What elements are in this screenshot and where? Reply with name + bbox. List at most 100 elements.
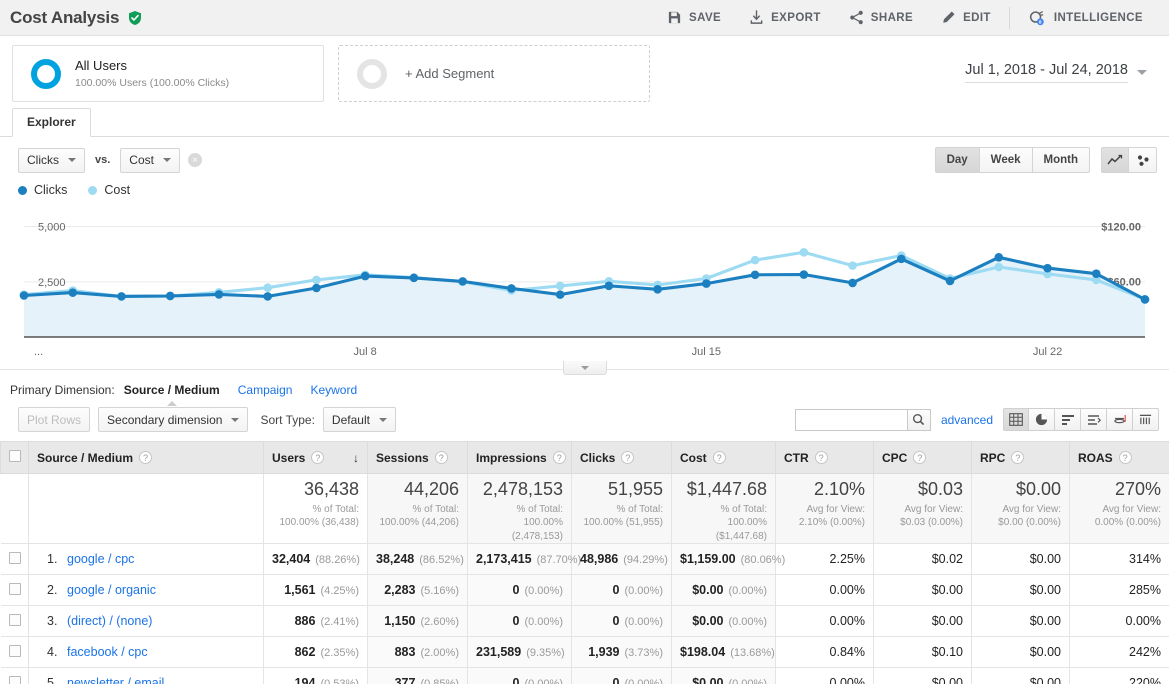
row-select-cell[interactable] (1, 637, 29, 668)
pivot-view-icon[interactable] (1133, 408, 1159, 431)
table-row[interactable]: 3.(direct) / (none)886(2.41%)1,150(2.60%… (1, 606, 1169, 637)
cell-roas: 242% (1070, 637, 1169, 668)
table-row[interactable]: 1.google / cpc32,404(88.26%)38,248(86.52… (1, 544, 1169, 575)
timeseries-chart[interactable]: 2,5005,000$60.00$120.00 ...Jul 8Jul 15Ju… (0, 197, 1169, 363)
row-checkbox[interactable] (9, 583, 21, 595)
chart-x-axis: ...Jul 8Jul 15Jul 22 (10, 341, 1159, 361)
help-icon[interactable]: ? (553, 451, 566, 464)
row-checkbox[interactable] (9, 676, 21, 684)
column-header-roas[interactable]: ROAS ? (1070, 442, 1169, 474)
help-icon[interactable]: ? (1119, 451, 1132, 464)
table-row[interactable]: 5.newsletter / email194(0.53%)377(0.85%)… (1, 668, 1169, 684)
intelligence-button[interactable]: 8 INTELLIGENCE (1014, 0, 1157, 36)
column-header-sessions[interactable]: Sessions ? (368, 442, 468, 474)
row-dimension-link[interactable]: google / cpc (67, 552, 134, 566)
row-checkbox[interactable] (9, 614, 21, 626)
row-select-cell[interactable] (1, 606, 29, 637)
select-all-checkbox[interactable] (9, 450, 21, 462)
table-row[interactable]: 2.google / organic1,561(4.25%)2,283(5.16… (1, 575, 1169, 606)
cell-impressions: 0(0.00%) (468, 668, 572, 684)
cell-clicks: 0(0.00%) (572, 575, 672, 606)
cell-value: 0 (613, 583, 620, 597)
primary-dimension-source-medium[interactable]: Source / Medium (124, 383, 220, 397)
row-dimension-link[interactable]: newsletter / email (67, 676, 164, 684)
granularity-month[interactable]: Month (1033, 147, 1090, 173)
help-icon[interactable]: ? (1011, 451, 1024, 464)
cell-percent: (2.41%) (320, 616, 359, 628)
secondary-dimension-dropdown[interactable]: Secondary dimension (98, 407, 248, 432)
column-label-clicks: Clicks (580, 451, 615, 465)
table-view-icon[interactable] (1003, 408, 1029, 431)
tab-explorer[interactable]: Explorer (12, 108, 91, 137)
column-header-source-medium[interactable]: Source / Medium ? (29, 442, 264, 474)
cell-cost: $0.00(0.00%) (672, 668, 776, 684)
export-button[interactable]: EXPORT (735, 0, 835, 36)
performance-view-icon[interactable] (1107, 408, 1133, 431)
scatter-chart-icon[interactable] (1129, 147, 1157, 173)
add-segment-button[interactable]: + Add Segment (338, 45, 650, 102)
save-button[interactable]: SAVE (653, 0, 735, 36)
column-header-clicks[interactable]: Clicks ? (572, 442, 672, 474)
column-header-cost[interactable]: Cost ? (672, 442, 776, 474)
advanced-link[interactable]: advanced (941, 413, 993, 427)
help-icon[interactable]: ? (621, 451, 634, 464)
table-row[interactable]: 4.facebook / cpc862(2.35%)883(2.00%)231,… (1, 637, 1169, 668)
metric-selector-row: Clicks vs. Cost × Day Week Month (0, 137, 1169, 173)
sort-type-dropdown[interactable]: Default (323, 407, 396, 432)
search-input[interactable] (795, 409, 907, 431)
row-select-cell[interactable] (1, 544, 29, 575)
cell-sessions: 2,283(5.16%) (368, 575, 468, 606)
summary-subtext: Avg for View:0.00% (0.00%) (1078, 503, 1161, 530)
clear-metric-b-icon[interactable]: × (188, 153, 202, 167)
select-all-header[interactable] (1, 442, 29, 474)
column-header-rpc[interactable]: RPC ? (972, 442, 1070, 474)
cell-cpc: $0.00 (874, 668, 972, 684)
table-controls-right: advanced (795, 408, 1159, 431)
date-range-picker[interactable]: Jul 1, 2018 - Jul 24, 2018 (965, 62, 1147, 85)
help-icon[interactable]: ? (815, 451, 828, 464)
comparison-view-icon[interactable] (1081, 408, 1107, 431)
legend-item-cost[interactable]: Cost (88, 183, 130, 197)
row-dimension-link[interactable]: (direct) / (none) (67, 614, 152, 628)
row-dimension-link[interactable]: google / organic (67, 583, 156, 597)
edit-button[interactable]: EDIT (927, 0, 1005, 36)
search-button[interactable] (907, 409, 931, 431)
help-icon[interactable]: ? (713, 451, 726, 464)
granularity-day[interactable]: Day (935, 147, 980, 173)
help-icon[interactable]: ? (435, 451, 448, 464)
column-header-impressions[interactable]: Impressions ? (468, 442, 572, 474)
cell-percent: (4.25%) (320, 585, 359, 597)
row-select-cell[interactable] (1, 668, 29, 684)
chart-legend: Clicks Cost (0, 173, 1169, 197)
help-icon[interactable]: ? (311, 451, 324, 464)
row-select-cell[interactable] (1, 575, 29, 606)
line-chart-icon[interactable] (1101, 147, 1129, 173)
row-checkbox[interactable] (9, 552, 21, 564)
bar-view-icon[interactable] (1055, 408, 1081, 431)
edit-pencil-icon (941, 10, 956, 25)
plot-rows-button[interactable]: Plot Rows (18, 407, 90, 432)
share-button[interactable]: SHARE (835, 0, 927, 36)
legend-item-clicks[interactable]: Clicks (18, 183, 67, 197)
legend-label-clicks: Clicks (34, 183, 67, 197)
segment-all-users[interactable]: All Users 100.00% Users (100.00% Clicks) (12, 45, 324, 102)
column-header-cpc[interactable]: CPC ? (874, 442, 972, 474)
metric-b-dropdown[interactable]: Cost (120, 148, 180, 173)
row-checkbox[interactable] (9, 645, 21, 657)
row-dimension-link[interactable]: facebook / cpc (67, 645, 148, 659)
cell-percent: (0.00%) (524, 678, 563, 684)
help-icon[interactable]: ? (139, 451, 152, 464)
help-icon[interactable]: ? (913, 451, 926, 464)
cell-percent: (0.00%) (524, 616, 563, 628)
granularity-week[interactable]: Week (980, 147, 1033, 173)
chart-collapse-handle[interactable] (0, 361, 1169, 375)
column-header-users[interactable]: Users ? ↓ (264, 442, 368, 474)
summary-value: $0.03 (882, 480, 963, 500)
primary-dimension-campaign[interactable]: Campaign (238, 383, 293, 397)
metric-a-dropdown[interactable]: Clicks (18, 148, 85, 173)
cell-percent: (0.00%) (624, 616, 663, 628)
pie-view-icon[interactable] (1029, 408, 1055, 431)
column-header-ctr[interactable]: CTR ? (776, 442, 874, 474)
primary-dimension-keyword[interactable]: Keyword (310, 383, 357, 397)
series-point-clicks (215, 290, 224, 299)
